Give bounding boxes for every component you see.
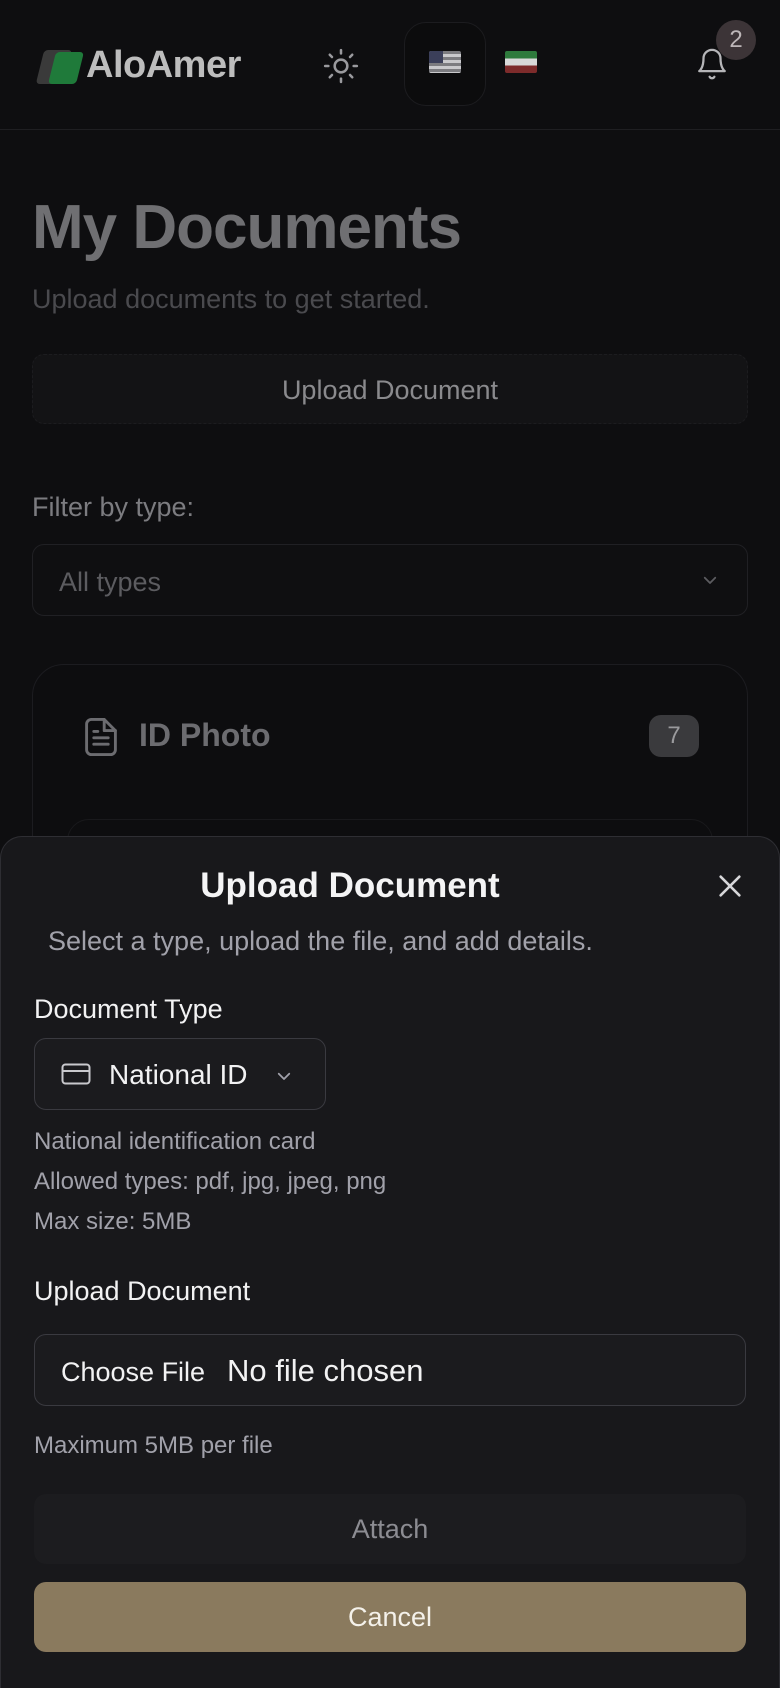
file-status: No file chosen <box>227 1353 424 1388</box>
upload-document-label: Upload Document <box>34 1276 251 1306</box>
us-flag-icon[interactable] <box>429 51 461 73</box>
document-group-title: ID Photo <box>139 717 271 753</box>
document-type-value: National ID <box>109 1059 248 1090</box>
page-title: My Documents <box>32 193 462 262</box>
filter-label: Filter by type: <box>32 492 195 522</box>
brand-logo[interactable]: AloAmer <box>35 44 241 87</box>
file-size-hint: Maximum 5MB per file <box>34 1432 273 1459</box>
logo-mark-icon <box>35 46 84 86</box>
app-header: AloAmer 2 <box>0 0 780 130</box>
upload-document-button[interactable]: Upload Document <box>32 354 748 424</box>
document-type-label: Document Type <box>34 994 223 1024</box>
file-text-icon <box>85 717 117 757</box>
dialog-description: Select a type, upload the file, and add … <box>48 926 593 956</box>
notification-badge: 2 <box>716 20 756 60</box>
credit-card-icon <box>61 1063 91 1085</box>
cancel-button[interactable]: Cancel <box>34 1582 746 1652</box>
type-description: National identification card <box>34 1128 316 1155</box>
max-size: Max size: 5MB <box>34 1208 192 1235</box>
filter-type-value: All types <box>59 567 162 597</box>
document-type-select[interactable]: National ID <box>34 1038 326 1110</box>
chevron-down-icon <box>703 576 717 584</box>
brand-name: AloAmer <box>86 44 241 86</box>
page-subtitle: Upload documents to get started. <box>32 284 430 314</box>
filter-type-select[interactable]: All types <box>32 544 748 616</box>
dialog-title: Upload Document <box>200 866 500 905</box>
file-input[interactable]: Choose File No file chosen <box>34 1334 746 1406</box>
choose-file-button[interactable]: Choose File <box>61 1357 205 1388</box>
sun-icon[interactable] <box>322 47 360 85</box>
document-count-badge: 7 <box>649 715 699 757</box>
chevron-down-icon <box>277 1072 291 1080</box>
close-icon[interactable] <box>716 872 744 900</box>
iran-flag-icon[interactable] <box>505 51 537 73</box>
allowed-types: Allowed types: pdf, jpg, jpeg, png <box>34 1168 387 1195</box>
attach-button[interactable]: Attach <box>34 1494 746 1564</box>
